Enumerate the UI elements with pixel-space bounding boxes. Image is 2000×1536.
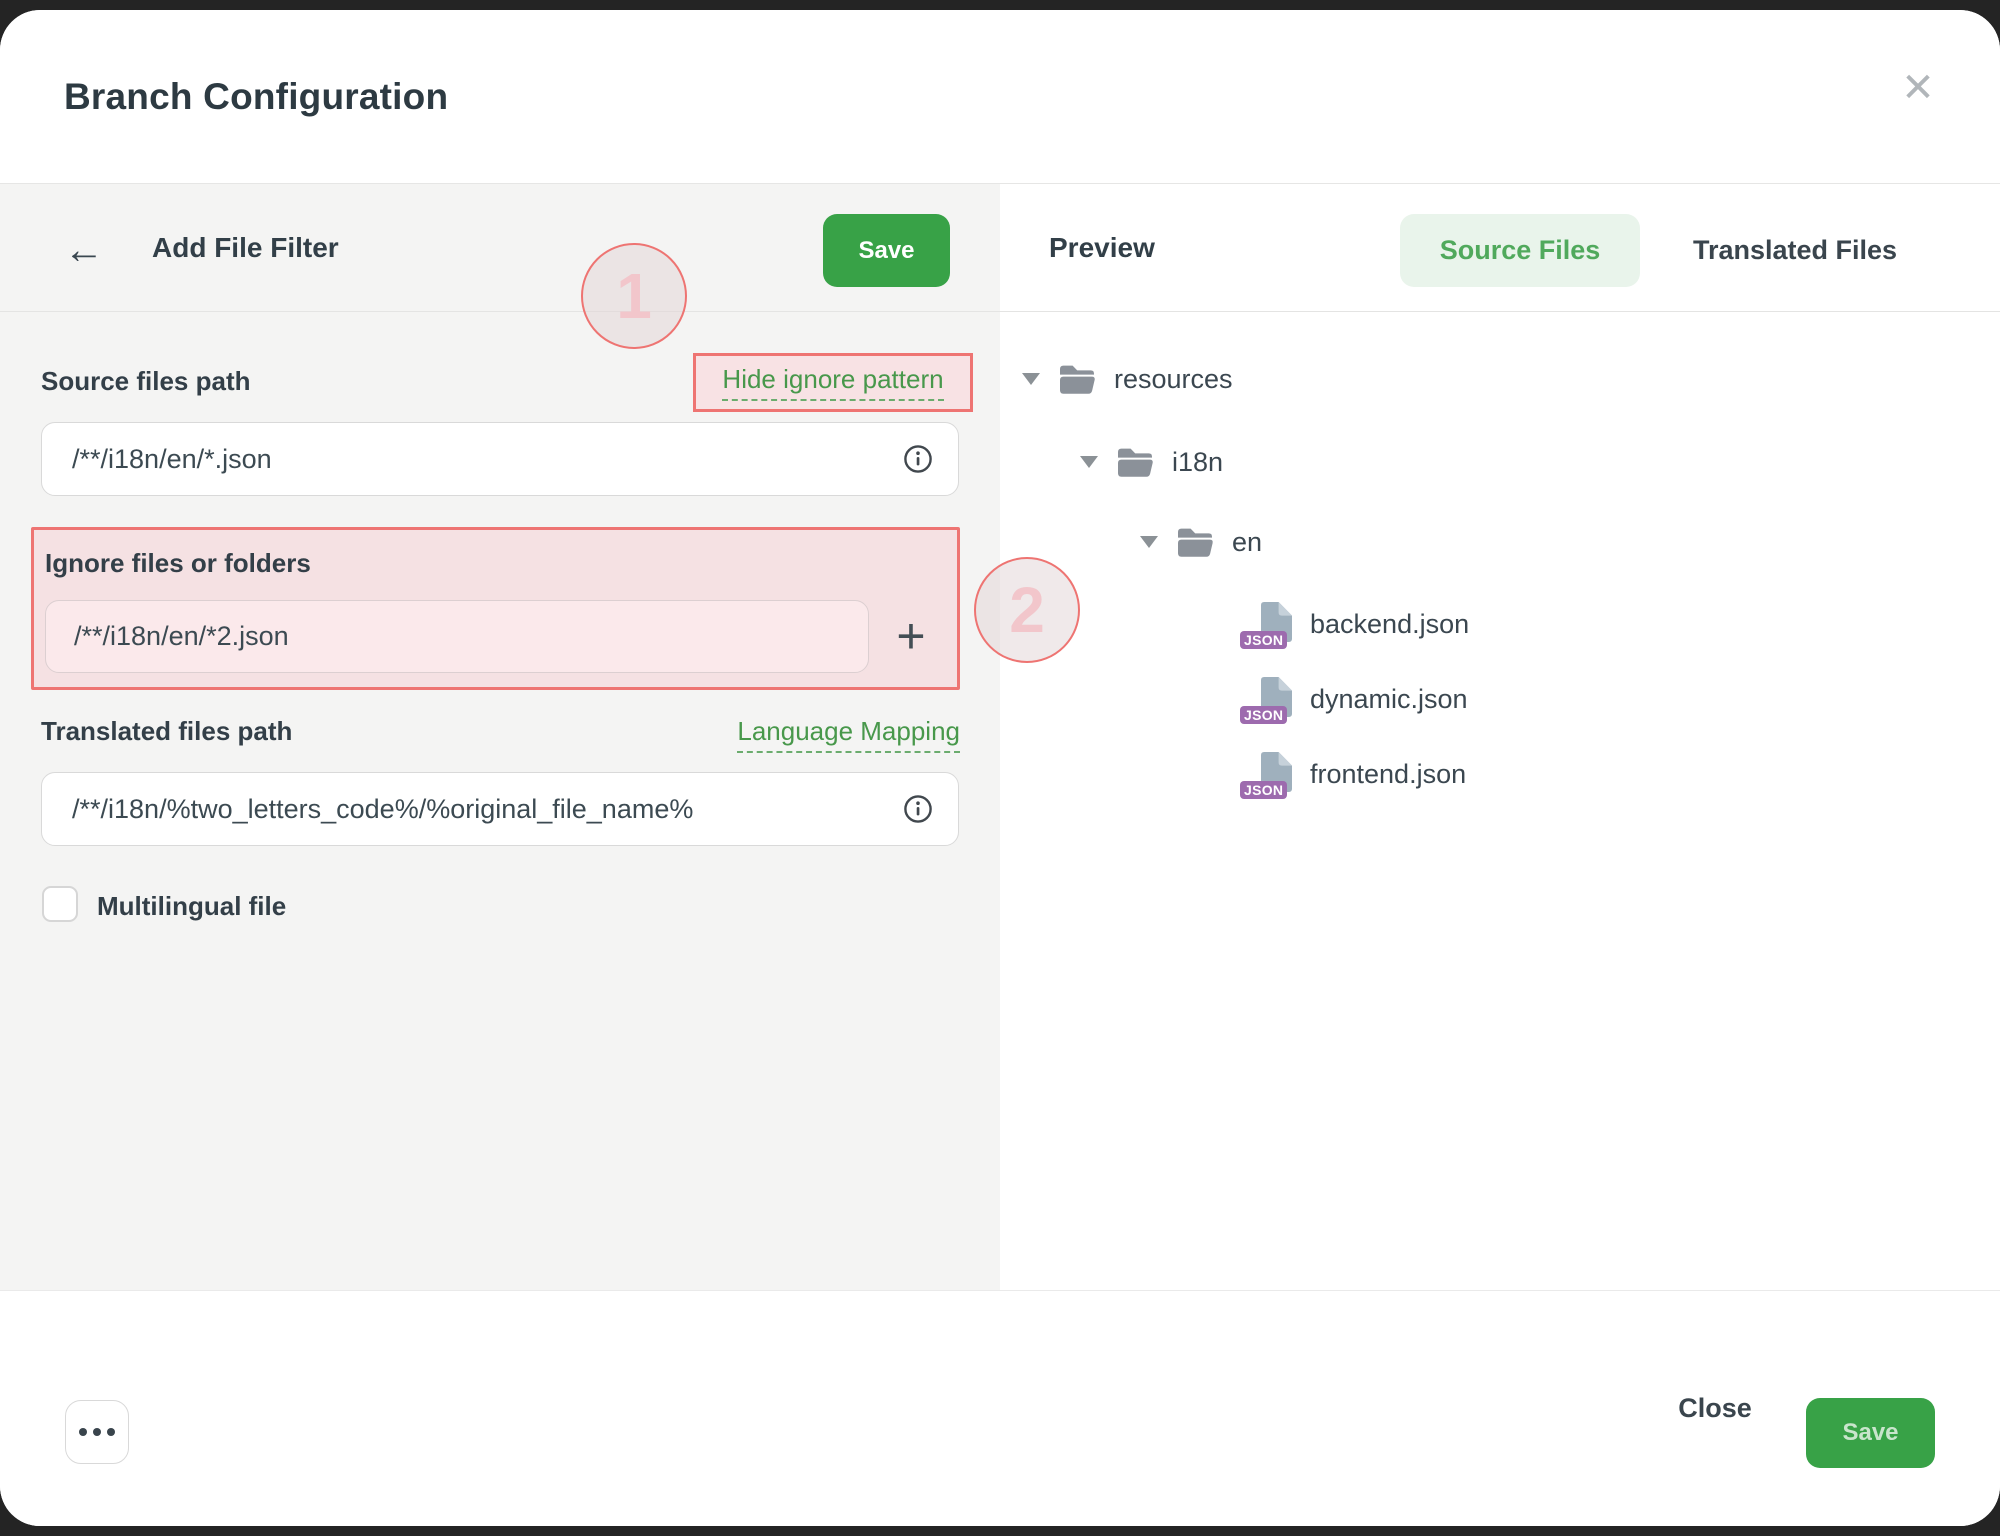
filter-header: ← Add File Filter Save: [0, 184, 1000, 312]
close-button[interactable]: Close: [1650, 1291, 1780, 1526]
tree-row-folder[interactable]: i18n: [1080, 440, 1223, 484]
language-mapping-link[interactable]: Language Mapping: [737, 716, 960, 753]
tab-translated-files[interactable]: Translated Files: [1655, 214, 1935, 287]
tree-item-label: backend.json: [1310, 609, 1469, 640]
tree-item-label: resources: [1114, 364, 1233, 395]
tree-row-file[interactable]: JSON backend.json: [1244, 602, 1469, 646]
language-mapping-wrap: Language Mapping: [620, 716, 960, 753]
json-file-icon: JSON: [1244, 602, 1292, 646]
tree-item-label: frontend.json: [1310, 759, 1466, 790]
folder-icon: [1058, 363, 1096, 395]
multilingual-file-label: Multilingual file: [97, 891, 286, 922]
preview-header: Preview Source Files Translated Files: [1000, 184, 2000, 312]
info-icon[interactable]: [903, 444, 933, 474]
filter-title: Add File Filter: [152, 184, 339, 312]
json-badge: JSON: [1240, 781, 1287, 799]
tree-item-label: dynamic.json: [1310, 684, 1468, 715]
dialog-title: Branch Configuration: [64, 10, 448, 184]
translated-files-path-label: Translated files path: [41, 716, 292, 747]
tree-item-label: i18n: [1172, 447, 1223, 478]
tab-source-files[interactable]: Source Files: [1400, 214, 1640, 287]
preview-panel: Preview Source Files Translated Files re…: [1000, 184, 2000, 1290]
dialog-save-button[interactable]: Save: [1806, 1398, 1935, 1468]
add-ignore-pattern-button[interactable]: +: [879, 604, 943, 668]
json-badge: JSON: [1240, 631, 1287, 649]
hide-ignore-pattern-link[interactable]: Hide ignore pattern: [722, 364, 943, 401]
tree-row-file[interactable]: JSON frontend.json: [1244, 752, 1466, 796]
chevron-down-icon[interactable]: [1140, 536, 1158, 548]
folder-icon: [1116, 446, 1154, 478]
ignore-files-label: Ignore files or folders: [45, 548, 311, 579]
back-arrow-icon[interactable]: ←: [56, 222, 112, 278]
info-icon[interactable]: [903, 794, 933, 824]
multilingual-file-checkbox[interactable]: [42, 886, 78, 922]
branch-configuration-dialog: Branch Configuration ✕ ← Add File Filter…: [0, 10, 2000, 1526]
tree-row-folder[interactable]: en: [1140, 520, 1262, 564]
file-filter-panel: ← Add File Filter Save Source files path…: [0, 184, 1000, 1290]
translated-files-path-input[interactable]: [41, 772, 959, 846]
ellipsis-icon: [107, 1428, 115, 1436]
dialog-header: Branch Configuration ✕: [0, 10, 2000, 184]
source-files-path-label: Source files path: [41, 366, 251, 397]
tree-item-label: en: [1232, 527, 1262, 558]
tree-row-file[interactable]: JSON dynamic.json: [1244, 677, 1468, 721]
tree-row-folder[interactable]: resources: [1022, 357, 1233, 401]
chevron-down-icon[interactable]: [1022, 373, 1040, 385]
ellipsis-icon: [93, 1428, 101, 1436]
preview-title: Preview: [1049, 184, 1155, 312]
source-files-path-input[interactable]: [41, 422, 959, 496]
filter-save-button[interactable]: Save: [823, 214, 950, 287]
folder-icon: [1176, 526, 1214, 558]
close-icon[interactable]: ✕: [1886, 56, 1950, 120]
json-file-icon: JSON: [1244, 752, 1292, 796]
ellipsis-icon: [79, 1428, 87, 1436]
dialog-footer: Close Save: [0, 1290, 2000, 1526]
more-options-button[interactable]: [65, 1400, 129, 1464]
json-badge: JSON: [1240, 706, 1287, 724]
hide-ignore-highlight-box: Hide ignore pattern: [693, 353, 973, 412]
ignore-pattern-input[interactable]: [45, 600, 869, 673]
json-file-icon: JSON: [1244, 677, 1292, 721]
ignore-pattern-highlight-box: Ignore files or folders +: [31, 527, 960, 690]
chevron-down-icon[interactable]: [1080, 456, 1098, 468]
